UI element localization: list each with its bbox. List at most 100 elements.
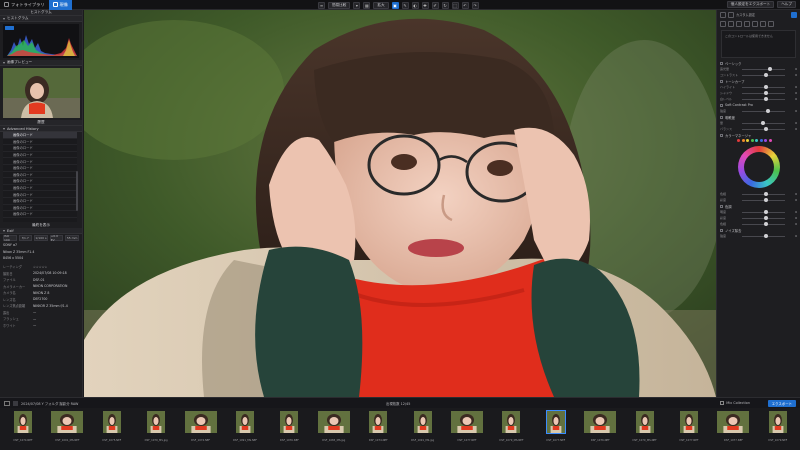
swatch-yellow[interactable] [746,139,749,142]
swatch-orange[interactable] [741,139,745,142]
filmstrip-thumb[interactable]: DSF_1076.NEF [269,411,309,443]
export-settings-button[interactable]: 個人設定をエクスポート [726,1,775,8]
slider-value[interactable]: 0 [789,127,797,131]
slider-value[interactable]: 0 [789,67,797,71]
gradient-icon[interactable]: ◐ [411,1,419,9]
chevron-down-icon[interactable]: ▾ [353,1,361,9]
effects-icon[interactable] [760,20,766,27]
slider-knob[interactable] [763,85,768,89]
rotate-icon[interactable]: ↻ [441,1,449,9]
slider-knob[interactable] [763,234,768,238]
histogram-channel-badge[interactable] [5,26,14,30]
filmstrip-thumb[interactable]: DSF_1091_MS.NEF [225,411,265,443]
filmstrip-thumb[interactable]: DSF_1074.NEF [3,411,43,443]
history-item[interactable]: 画像のロード [3,178,77,185]
slider-track[interactable] [742,234,785,238]
history-item[interactable]: 画像のロード [3,205,77,212]
slider-value[interactable]: 0 [789,91,797,95]
edit-icon[interactable] [791,11,797,18]
group-checkbox[interactable] [720,133,723,137]
swatch-magenta[interactable] [768,139,772,142]
slider-track[interactable] [742,91,785,95]
swatch-cyan[interactable] [755,139,758,142]
slider-knob[interactable] [767,67,772,71]
folder-path[interactable]: 2024/07/08 Y フォルダ 撮影分 RAW [21,401,78,406]
folder-icon[interactable] [4,400,10,406]
filmstrip-thumb[interactable]: DSF_1091_MS.NEF [47,411,87,443]
history-item[interactable]: 画像のロード [3,185,77,192]
history-item[interactable]: 画像のロード [3,211,77,218]
color-wheel[interactable] [737,146,780,188]
filmstrip-thumb[interactable]: DSF_1091_MS.jpg [403,411,443,443]
geometry-icon[interactable] [744,20,750,27]
slider-track[interactable] [742,222,785,226]
history-item[interactable]: 画像のロード [3,139,77,146]
redo-icon[interactable] [728,11,734,18]
color-icon[interactable] [728,20,734,27]
slider-track[interactable] [742,121,785,125]
filmstrip-thumb[interactable]: DSF_1077.NEF [669,411,709,443]
slider-knob[interactable] [765,109,770,113]
history-item[interactable]: 画像のロード [3,158,77,165]
slider-value[interactable]: 0 [789,85,797,89]
filmstrip-thumb[interactable]: DSF_1075.NEF [92,411,132,443]
slider-value[interactable]: 0 [789,121,797,125]
local-icon[interactable] [752,20,758,27]
slider-knob[interactable] [761,121,766,125]
histogram-section-header[interactable]: ヒストグラム [0,16,82,22]
slider-track[interactable] [742,192,785,196]
filmstrip-thumb[interactable]: DSF_1076.NEF [580,411,620,443]
filmstrip-thumb[interactable]: DSF_1079.NEF [758,411,798,443]
slider-track[interactable] [742,210,785,214]
grid-icon[interactable]: ▦ [363,1,371,9]
swatch-red[interactable] [737,139,740,142]
filmstrip-thumb[interactable]: DSF_1074.NEF [358,411,398,443]
collection-label[interactable]: Mix Collection [726,401,750,405]
tab-develop[interactable]: 現像 [48,0,72,10]
swatch-blue[interactable] [759,139,763,142]
detail-icon[interactable] [736,20,742,27]
group-checkbox[interactable] [720,115,723,119]
undo-icon[interactable]: ↶ [461,1,469,9]
meta-icon[interactable] [768,20,774,27]
main-photo-canvas[interactable] [84,10,716,397]
zoom-button[interactable]: 拡大 [373,1,389,9]
group-checkbox[interactable] [720,61,723,65]
slider-knob[interactable] [763,192,768,196]
filmstrip-thumb[interactable]: DSF_1077.NEF [713,411,753,443]
slider-value[interactable]: 0 [789,97,797,101]
slider-value[interactable]: 0 [789,210,797,214]
slider-knob[interactable] [763,216,768,220]
slider-knob[interactable] [763,198,768,202]
brush-icon[interactable]: ✎ [401,1,409,9]
tab-photo-library[interactable]: フォトライブラリ [0,0,49,10]
undo-icon[interactable] [720,11,726,18]
slider-track[interactable] [742,109,785,113]
heal-icon[interactable]: ✚ [421,1,429,9]
group-checkbox[interactable] [720,228,723,232]
export-button[interactable]: エクスポート [767,400,796,407]
light-icon[interactable] [720,20,726,27]
slider-value[interactable]: 0 [789,198,797,202]
slider-track[interactable] [742,67,785,71]
history-scrollbar[interactable] [76,171,78,211]
slider-knob[interactable] [763,222,768,226]
slider-knob[interactable] [763,91,768,95]
crop-icon[interactable]: ▣ [391,1,399,9]
slider-knob[interactable] [763,73,768,77]
history-item[interactable]: 画像のロード [3,172,77,179]
filmstrip-thumb[interactable]: DSF_1079_MS.NEF [491,411,531,443]
history-item[interactable]: 画像のロード [3,198,77,205]
group-checkbox[interactable] [720,79,723,83]
slider-track[interactable] [742,216,785,220]
slider-value[interactable]: 0 [789,234,797,238]
help-button[interactable]: ヘルプ [777,1,796,8]
history-item[interactable]: 画像のロード [3,165,77,172]
slider-knob[interactable] [763,127,768,131]
slider-track[interactable] [742,127,785,131]
slider-value[interactable]: 0 [789,222,797,226]
meta-value[interactable]: ☆☆☆☆☆ [33,265,47,269]
filter-icon[interactable] [13,400,18,406]
slider-track[interactable] [742,198,785,202]
filmstrip-thumb[interactable]: DSF_1077.NEF [536,410,576,443]
